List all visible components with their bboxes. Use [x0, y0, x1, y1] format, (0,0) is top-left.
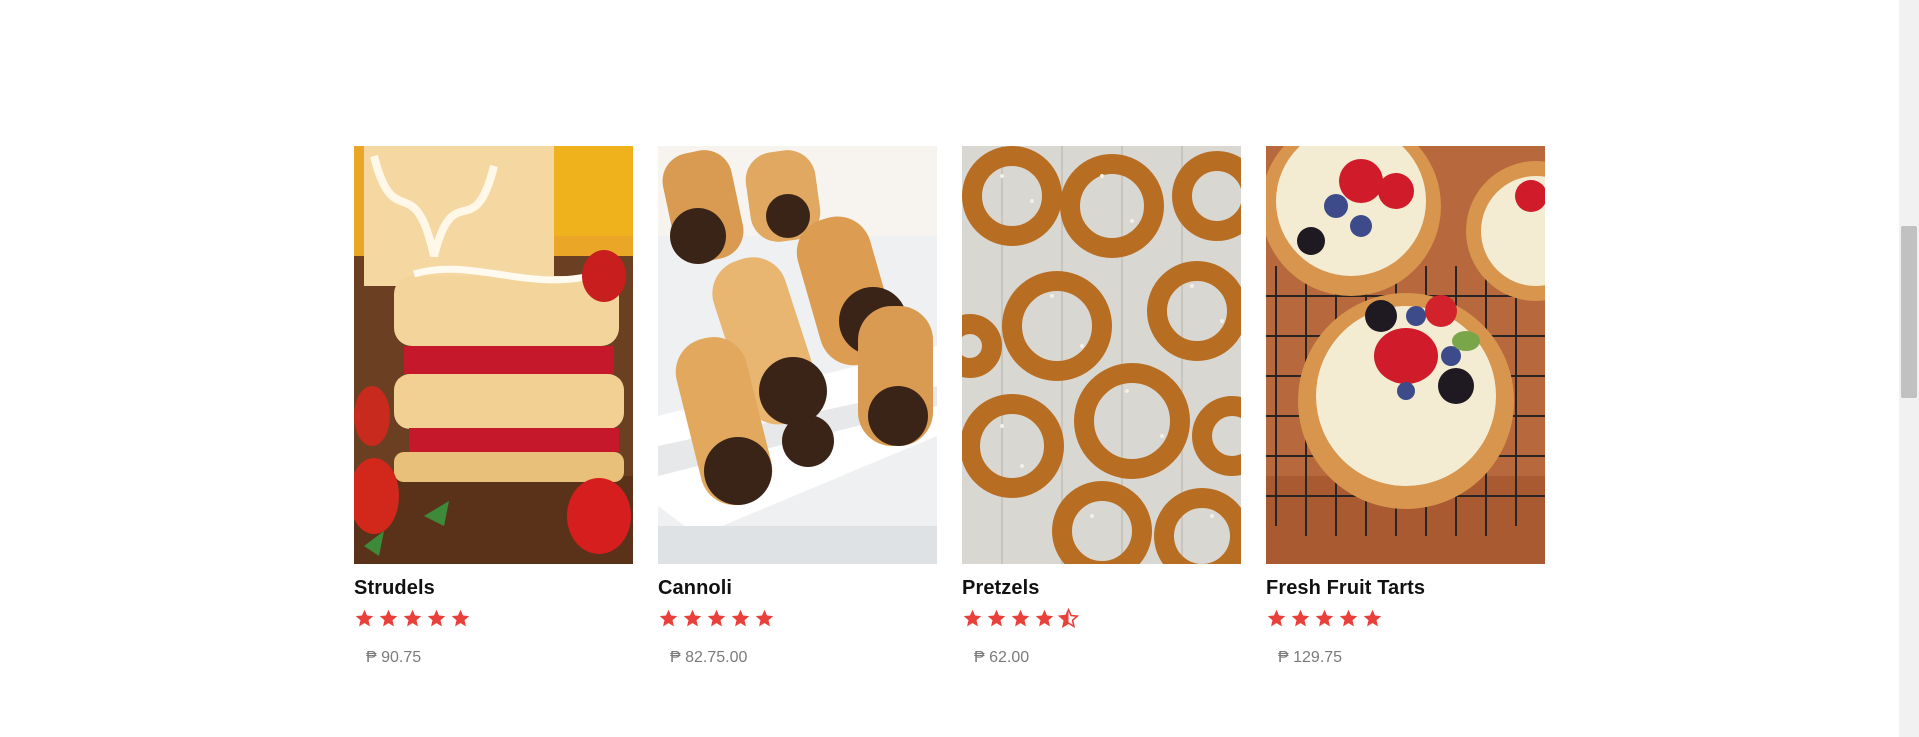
- star-rating: [658, 608, 937, 632]
- star-full-icon: [706, 608, 727, 632]
- star-full-icon: [1314, 608, 1335, 632]
- strudel-photo[interactable]: [354, 146, 633, 564]
- star-rating: [1266, 608, 1545, 632]
- product-price: ₱ 82.75.00: [670, 649, 748, 666]
- page: Strudels ₱ 90.75 Cannoli ₱ 82.75.00 Pret…: [0, 0, 1919, 737]
- product-name[interactable]: Cannoli: [658, 576, 937, 600]
- scrollbar-thumb[interactable]: [1901, 226, 1917, 398]
- star-full-icon: [658, 608, 679, 632]
- product-name[interactable]: Pretzels: [962, 576, 1241, 600]
- star-full-icon: [754, 608, 775, 632]
- product-price: ₱ 90.75: [366, 649, 422, 666]
- star-rating: [962, 608, 1241, 632]
- star-full-icon: [962, 608, 983, 632]
- star-full-icon: [682, 608, 703, 632]
- product-price: ₱ 129.75: [1278, 649, 1343, 666]
- cannoli-photo[interactable]: [658, 146, 937, 564]
- star-full-icon: [730, 608, 751, 632]
- pretzel-photo[interactable]: [962, 146, 1241, 564]
- product-card-cannoli[interactable]: Cannoli ₱ 82.75.00: [658, 146, 937, 668]
- product-card-fruit-tarts[interactable]: Fresh Fruit Tarts ₱ 129.75: [1266, 146, 1545, 668]
- star-full-icon: [1338, 608, 1359, 632]
- star-full-icon: [354, 608, 375, 632]
- star-full-icon: [1034, 608, 1055, 632]
- product-card-pretzels[interactable]: Pretzels ₱ 62.00: [962, 146, 1241, 668]
- star-full-icon: [450, 608, 471, 632]
- product-card-strudels[interactable]: Strudels ₱ 90.75: [354, 146, 633, 668]
- fruit-tart-photo[interactable]: [1266, 146, 1545, 564]
- product-grid: Strudels ₱ 90.75 Cannoli ₱ 82.75.00 Pret…: [354, 146, 1545, 668]
- product-name[interactable]: Strudels: [354, 576, 633, 600]
- star-half-icon: [1058, 608, 1079, 632]
- star-full-icon: [402, 608, 423, 632]
- star-full-icon: [426, 608, 447, 632]
- page-scrollbar[interactable]: [1899, 0, 1919, 737]
- star-full-icon: [1362, 608, 1383, 632]
- star-full-icon: [1266, 608, 1287, 632]
- star-full-icon: [1010, 608, 1031, 632]
- star-full-icon: [378, 608, 399, 632]
- product-price: ₱ 62.00: [974, 649, 1030, 666]
- star-rating: [354, 608, 633, 632]
- star-full-icon: [986, 608, 1007, 632]
- product-name[interactable]: Fresh Fruit Tarts: [1266, 576, 1545, 600]
- star-full-icon: [1290, 608, 1311, 632]
